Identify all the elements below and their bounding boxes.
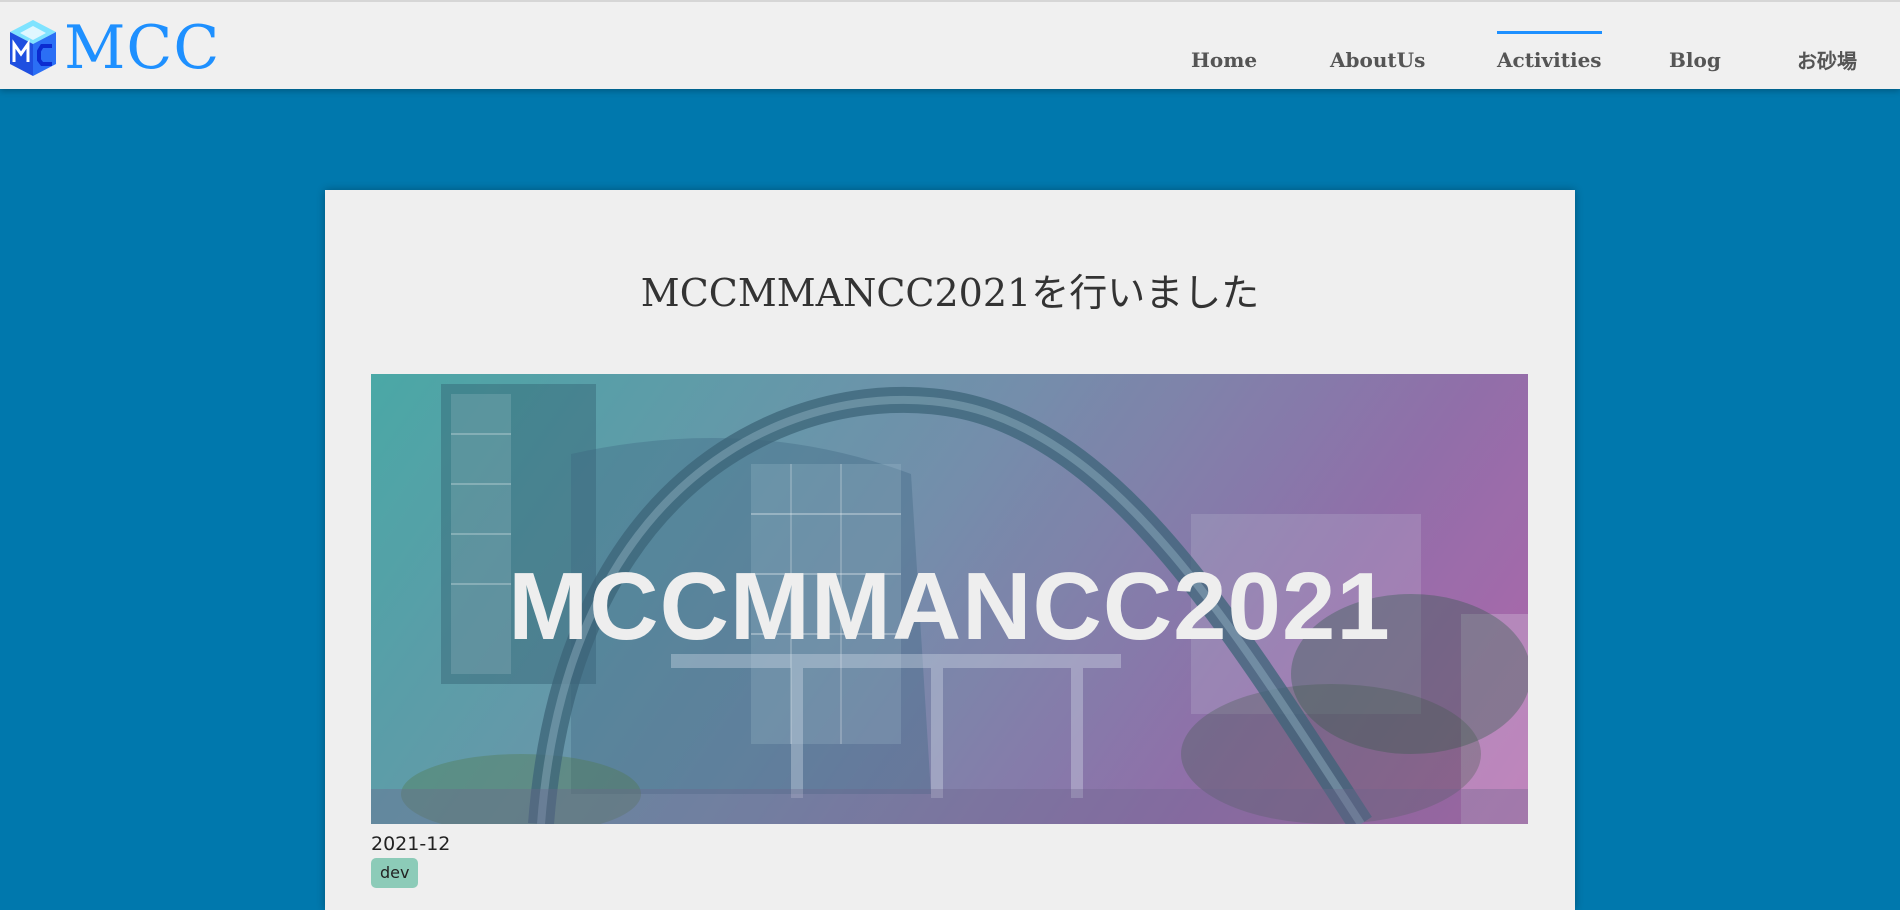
nav-home-label: Home [1191,48,1258,72]
tag-dev[interactable]: dev [371,858,419,888]
site-logo[interactable]: MCC [6,16,220,80]
nav-activities-label: Activities [1497,48,1602,72]
nav-blog[interactable]: Blog [1669,32,1721,82]
post-card: MCCMMANCC2021を行いました MCCMMANCC2021 2021-1… [325,190,1575,910]
mcc-cube-logo-icon [10,20,56,76]
nav-blog-label: Blog [1669,48,1721,72]
nav-aboutus-label: AboutUs [1330,48,1426,72]
nav-sandbox-label: お砂場 [1797,49,1857,73]
post-hero-image[interactable]: MCCMMANCC2021 [371,374,1528,824]
nav-sandbox[interactable]: お砂場 [1797,29,1857,79]
nav-home[interactable]: Home [1191,32,1257,82]
logo-text: MCC [64,13,221,83]
post-date: 2021-12 [371,833,451,855]
nav-aboutus[interactable]: AboutUs [1330,32,1425,82]
post-hero-title: MCCMMANCC2021 [508,553,1391,660]
top-navigation-bar: MCC Home AboutUs Activities Blog お砂場 [0,0,1900,89]
post-title: MCCMMANCC2021を行いました [640,271,1260,315]
nav-activities[interactable]: Activities [1497,31,1602,84]
